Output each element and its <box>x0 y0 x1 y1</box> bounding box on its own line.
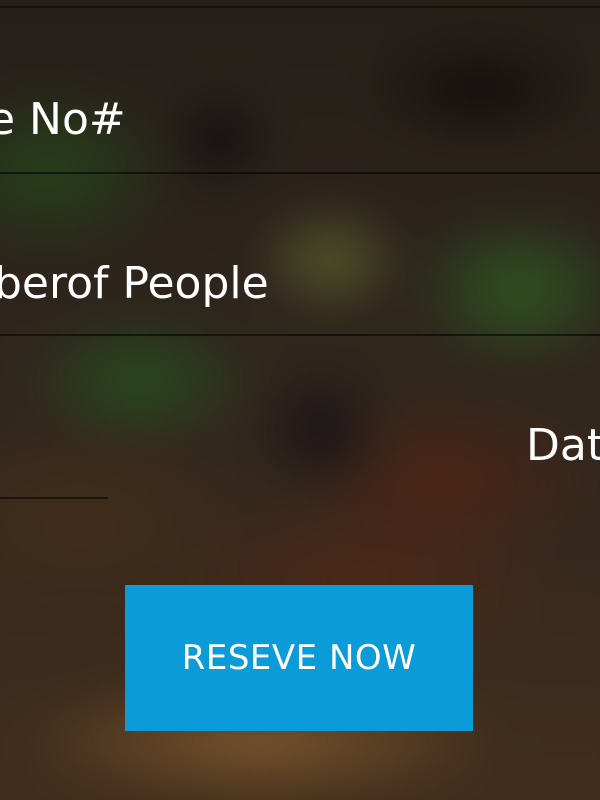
top-divider <box>0 6 600 8</box>
reserve-now-button[interactable]: RESEVE NOW <box>125 585 473 731</box>
reservation-screen: e No# berof People Dat RESEVE NOW <box>0 0 600 800</box>
date-field-left-underline <box>0 497 108 499</box>
phone-number-field-underline <box>0 172 600 174</box>
date-field-text: Dat <box>526 420 600 471</box>
number-of-people-field-text: berof People <box>0 258 269 309</box>
phone-number-field-text: e No# <box>0 94 126 145</box>
number-of-people-field-underline <box>0 334 600 336</box>
